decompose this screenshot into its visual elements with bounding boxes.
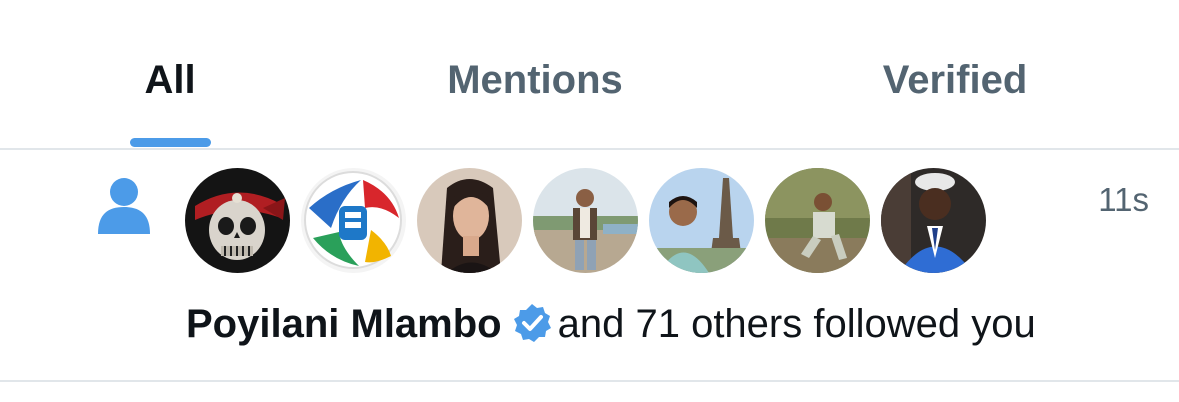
person-icon — [96, 176, 152, 234]
avatar-soccer-ball[interactable] — [301, 168, 406, 273]
avatar-man-by-river[interactable] — [533, 168, 638, 273]
active-tab-indicator — [130, 138, 211, 147]
avatar-man-sitting-outdoors[interactable] — [765, 168, 870, 273]
avatar-man-eiffel-tower[interactable] — [649, 168, 754, 273]
tab-verified[interactable]: Verified — [840, 58, 1070, 103]
notification-message: Poyilani Mlambo and 71 others followed y… — [186, 302, 1036, 347]
avatar-skull-pirate[interactable] — [185, 168, 290, 273]
divider — [0, 380, 1179, 382]
timestamp: 11s — [1098, 181, 1149, 218]
notification-item[interactable]: 11s Poyilani Mlambo and 71 others follow… — [0, 150, 1179, 380]
follower-name-link[interactable]: Poyilani Mlambo — [186, 302, 502, 346]
message-text: and 71 others followed you — [557, 302, 1036, 346]
avatar-man-blue-suit[interactable] — [881, 168, 986, 273]
verified-badge-icon — [512, 303, 552, 343]
tab-all[interactable]: All — [100, 58, 240, 103]
avatar-woman-portrait[interactable] — [417, 168, 522, 273]
tab-mentions[interactable]: Mentions — [400, 58, 670, 103]
notification-tabs: All Mentions Verified — [0, 0, 1179, 150]
